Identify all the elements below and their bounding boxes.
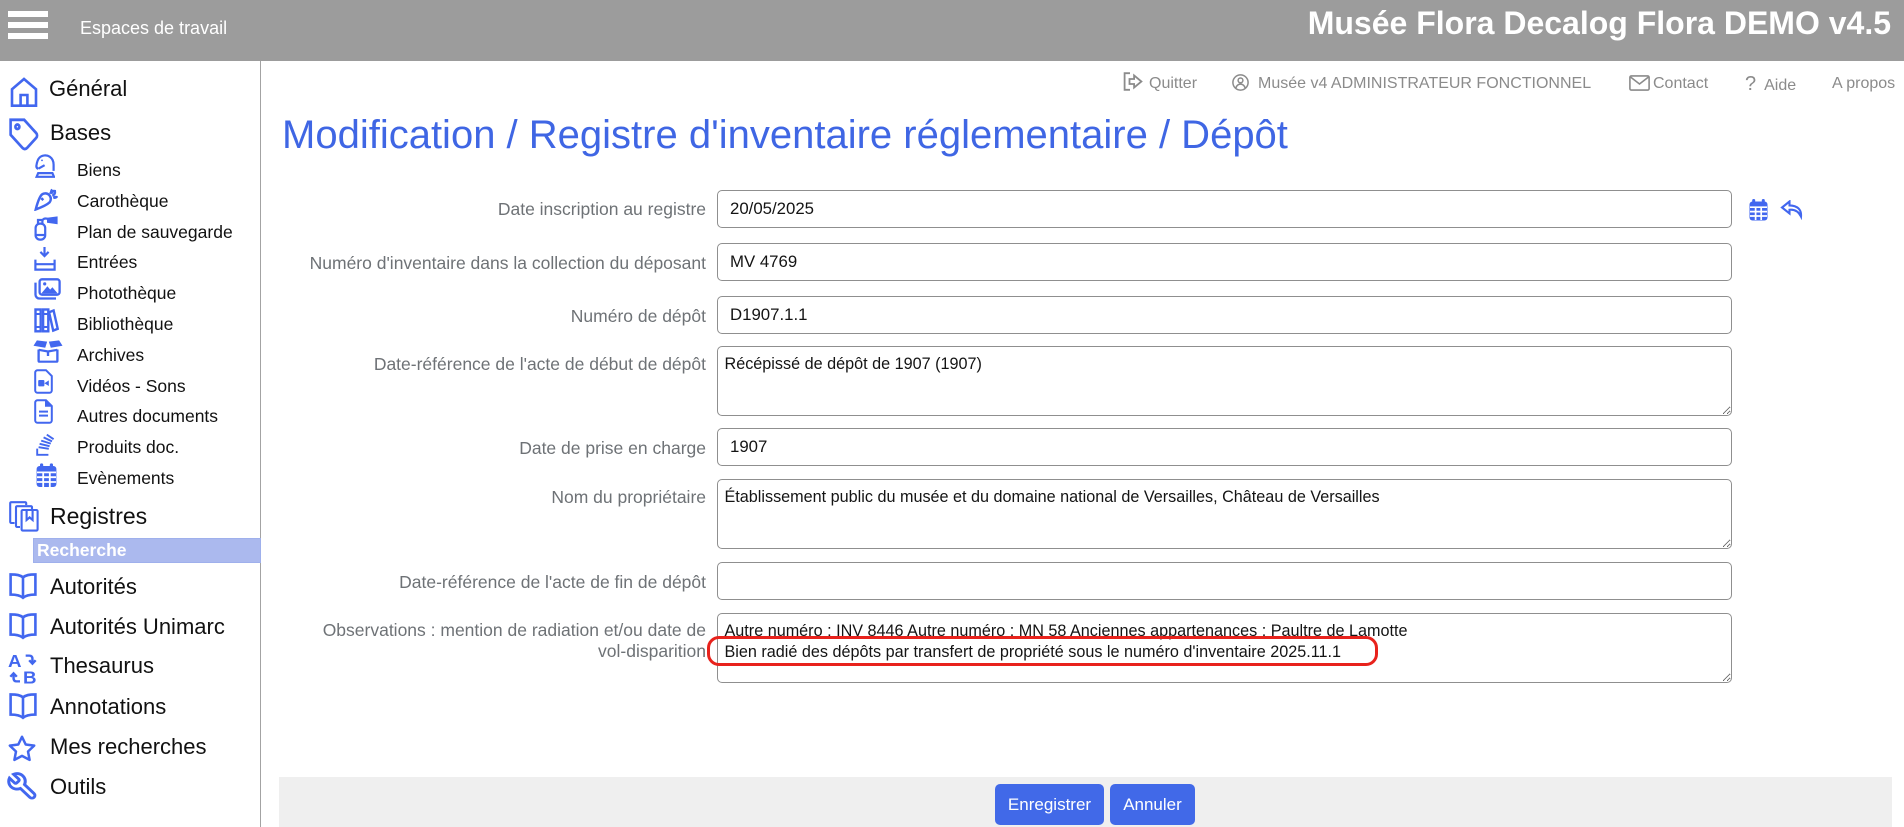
svg-text:A: A (8, 653, 22, 671)
svg-text:B: B (23, 668, 37, 684)
